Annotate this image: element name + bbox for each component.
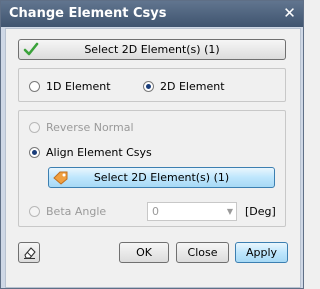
dialog-title: Change Element Csys [9, 6, 167, 21]
radio-button [29, 206, 40, 217]
reverse-normal-label: Reverse Normal [46, 121, 134, 134]
radio-beta-angle: Beta Angle [29, 205, 106, 219]
beta-angle-select: 0 ▼ [147, 202, 237, 221]
align-select-2d-elements-button[interactable]: Select 2D Element(s) (1) [48, 167, 275, 188]
select-2d-elements-label: Select 2D Element(s) (1) [84, 43, 220, 56]
radio-reverse-normal: Reverse Normal [29, 121, 134, 135]
beta-angle-label: Beta Angle [46, 205, 107, 218]
align-select-2d-elements-label: Select 2D Element(s) (1) [93, 171, 230, 184]
close-icon[interactable]: ✕ [281, 5, 298, 22]
orientation-group: Reverse Normal Align Element Csys Select… [18, 110, 286, 227]
title-bar: Change Element Csys ✕ [1, 1, 303, 27]
chevron-down-icon: ▼ [226, 207, 233, 216]
radio-1d-element-label: 1D Element [46, 80, 111, 93]
pick-icon [53, 170, 68, 185]
radio-button[interactable] [29, 147, 40, 158]
radio-button[interactable] [29, 81, 40, 92]
beta-angle-value: 0 [152, 205, 159, 218]
apply-button[interactable]: Apply [235, 242, 288, 263]
checkmark-icon [23, 41, 39, 57]
apply-label: Apply [245, 246, 278, 259]
dialog-window: Change Element Csys ✕ Select 2D Element(… [0, 0, 304, 289]
radio-align-element-csys[interactable]: Align Element Csys [29, 146, 152, 160]
eraser-button[interactable] [18, 242, 40, 263]
close-label: Close [187, 246, 218, 259]
eraser-icon [22, 245, 37, 263]
ok-button[interactable]: OK [119, 242, 169, 263]
close-button[interactable]: Close [176, 242, 229, 263]
radio-1d-element[interactable]: 1D Element [29, 80, 111, 94]
dialog-body: Select 2D Element(s) (1) 1D Element 2D E… [5, 28, 301, 288]
radio-button [29, 122, 40, 133]
radio-2d-element-label: 2D Element [160, 80, 225, 93]
select-2d-elements-button[interactable]: Select 2D Element(s) (1) [18, 39, 286, 60]
align-element-csys-label: Align Element Csys [46, 146, 152, 159]
beta-angle-unit: [Deg] [245, 205, 276, 218]
element-type-group: 1D Element 2D Element [18, 68, 286, 102]
radio-2d-element[interactable]: 2D Element [143, 80, 225, 94]
radio-button[interactable] [143, 81, 154, 92]
ok-label: OK [136, 246, 152, 259]
